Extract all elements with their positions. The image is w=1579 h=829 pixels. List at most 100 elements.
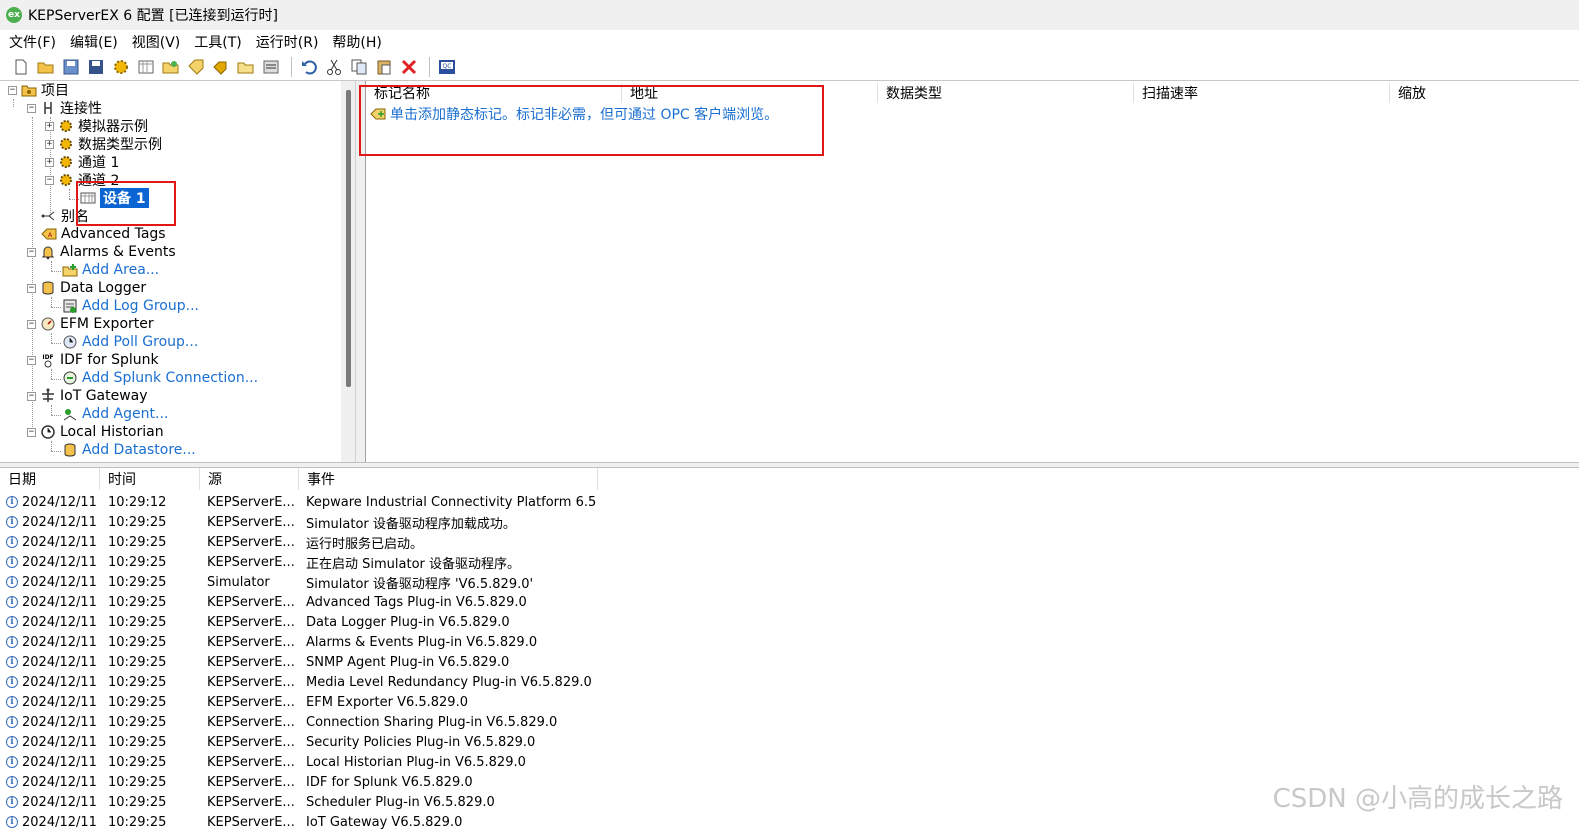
toolbar: QC (0, 53, 1579, 81)
tree-node-device1[interactable]: 设备 1 (80, 188, 149, 208)
project-folder-icon (21, 82, 37, 98)
quick-client-icon[interactable]: QC (436, 56, 458, 78)
collapse-icon[interactable]: − (45, 175, 54, 185)
copy-icon[interactable] (348, 56, 370, 78)
info-icon: i (6, 576, 18, 588)
menu-help[interactable]: 帮助(H) (325, 32, 388, 52)
menu-runtime[interactable]: 运行时(R) (249, 32, 326, 52)
delete-icon[interactable] (398, 56, 420, 78)
collapse-icon[interactable]: − (27, 319, 36, 329)
tree-node-sim-example[interactable]: + 模拟器示例 (45, 117, 148, 135)
tree-node-add-poll-group[interactable]: Add Poll Group... (62, 333, 198, 351)
log-row[interactable]: i 2024/12/11 10:29:25 KEPServerE... Data Log… (0, 612, 1579, 632)
menu-file[interactable]: 文件(F) (2, 32, 63, 52)
tree-node-channel1[interactable]: + 通道 1 (45, 153, 119, 171)
add-datastore-icon (62, 442, 78, 458)
properties-icon[interactable] (260, 56, 282, 78)
log-date-cell: i 2024/12/11 (6, 632, 100, 652)
log-source-cell: KEPServerE... (207, 754, 295, 770)
log-row[interactable]: i 2024/12/11 10:29:25 KEPServerE... 运行时服务已启动… (0, 532, 1579, 552)
network-icon (40, 388, 56, 404)
log-date-cell: i 2024/12/11 (6, 612, 100, 632)
log-event-cell: EFM Exporter V6.5.829.0 (306, 694, 468, 710)
collapse-icon[interactable]: − (8, 85, 17, 95)
tree-node-channel2[interactable]: − 通道 2 (45, 171, 119, 189)
log-column-date[interactable]: 日期 (0, 468, 100, 490)
collapse-icon[interactable]: − (27, 247, 36, 257)
expand-icon[interactable]: + (45, 139, 54, 149)
tree-node-add-splunk[interactable]: Add Splunk Connection... (62, 369, 258, 387)
info-icon: i (6, 496, 18, 508)
expand-icon[interactable]: + (45, 157, 54, 167)
tree-node-efm-exporter[interactable]: − EFM Exporter (27, 315, 154, 333)
log-row[interactable]: i 2024/12/11 10:29:25 KEPServerE... Media Le… (0, 672, 1579, 692)
log-row[interactable]: i 2024/12/11 10:29:25 KEPServerE... SNMP Age… (0, 652, 1579, 672)
tree-connector (51, 333, 52, 343)
log-row[interactable]: i 2024/12/11 10:29:12 KEPServerE... Kepware … (0, 492, 1579, 512)
collapse-icon[interactable]: − (27, 283, 36, 293)
log-column-source[interactable]: 源 (200, 468, 299, 490)
tree-node-data-logger[interactable]: − Data Logger (27, 279, 146, 297)
bulk-tag-icon[interactable] (210, 56, 232, 78)
new-tag-group-icon[interactable] (160, 56, 182, 78)
log-date-cell: i 2024/12/11 (6, 752, 100, 772)
tree-node-add-agent[interactable]: Add Agent... (62, 405, 168, 423)
new-device-icon[interactable] (135, 56, 157, 78)
database-icon (40, 280, 56, 296)
undo-icon[interactable] (298, 56, 320, 78)
log-row[interactable]: i 2024/12/11 10:29:25 Simulator Simulator 设备… (0, 572, 1579, 592)
paste-icon[interactable] (373, 56, 395, 78)
log-column-time[interactable]: 时间 (100, 468, 200, 490)
log-time-cell: 10:29:25 (108, 534, 167, 550)
expand-icon[interactable]: + (45, 121, 54, 131)
tree-node-aliases[interactable]: 别名 (41, 207, 89, 225)
tree-node-iot-gateway[interactable]: − IoT Gateway (27, 387, 148, 405)
column-data-type[interactable]: 数据类型 (878, 83, 1134, 103)
log-row[interactable]: i 2024/12/11 10:29:25 KEPServerE... 正在启动 Sim… (0, 552, 1579, 572)
log-row[interactable]: i 2024/12/11 10:29:25 KEPServerE... Local Hi… (0, 752, 1579, 772)
tree-node-local-historian[interactable]: − Local Historian (27, 423, 164, 441)
new-tag-icon[interactable] (185, 56, 207, 78)
collapse-icon[interactable]: − (27, 103, 36, 113)
tree-connector (51, 451, 61, 452)
collapse-icon[interactable]: − (27, 427, 36, 437)
log-event-cell: Simulator 设备驱动程序 'V6.5.829.0' (306, 576, 534, 592)
log-row[interactable]: i 2024/12/11 10:29:25 KEPServerE... EFM Expo… (0, 692, 1579, 712)
tree-node-advanced-tags[interactable]: A Advanced Tags (41, 225, 166, 243)
tree-node-idf-splunk[interactable]: − IDF IDF for Splunk (27, 351, 159, 369)
tree-node-alarms-events[interactable]: − Alarms & Events (27, 243, 176, 261)
new-tag-group-2-icon[interactable] (235, 56, 257, 78)
channel-gear-icon (58, 118, 74, 134)
tree-node-add-datastore[interactable]: Add Datastore... (62, 441, 196, 459)
tree-node-connectivity[interactable]: − 连接性 (27, 99, 102, 117)
log-row[interactable]: i 2024/12/11 10:29:25 KEPServerE... Security… (0, 732, 1579, 752)
window-title: KEPServerEX 6 配置 [已连接到运行时] (28, 8, 278, 24)
add-static-tag-link[interactable]: 单击添加静态标记。标记非必需，但可通过 OPC 客户端浏览。 (370, 104, 778, 124)
menu-view[interactable]: 视图(V) (125, 32, 188, 52)
column-scaling[interactable]: 缩放 (1390, 83, 1579, 103)
cut-icon[interactable] (323, 56, 345, 78)
save-icon[interactable] (60, 56, 82, 78)
log-row[interactable]: i 2024/12/11 10:29:25 KEPServerE... Connecti… (0, 712, 1579, 732)
column-address[interactable]: 地址 (622, 83, 878, 103)
log-column-event[interactable]: 事件 (299, 468, 598, 490)
tree-node-datatype-example[interactable]: + 数据类型示例 (45, 135, 162, 153)
column-tag-name[interactable]: 标记名称 (366, 83, 622, 103)
open-icon[interactable] (35, 56, 57, 78)
column-scan-rate[interactable]: 扫描速率 (1134, 83, 1390, 103)
collapse-icon[interactable]: − (27, 391, 36, 401)
menu-tools[interactable]: 工具(T) (187, 32, 248, 52)
log-row[interactable]: i 2024/12/11 10:29:25 KEPServerE... Alarms &… (0, 632, 1579, 652)
tree-node-project[interactable]: − 项目 (8, 81, 69, 99)
tree-node-add-log-group[interactable]: Add Log Group... (62, 297, 199, 315)
new-channel-icon[interactable] (110, 56, 132, 78)
tree-node-add-area[interactable]: Add Area... (62, 261, 159, 279)
save-as-icon[interactable] (85, 56, 107, 78)
vertical-splitter[interactable] (355, 81, 365, 462)
log-row[interactable]: i 2024/12/11 10:29:25 KEPServerE... Advanced… (0, 592, 1579, 612)
log-row[interactable]: i 2024/12/11 10:29:25 KEPServerE... Simulato… (0, 512, 1579, 532)
collapse-icon[interactable]: − (27, 355, 36, 365)
menu-edit[interactable]: 编辑(E) (63, 32, 125, 52)
tree-scrollbar-thumb[interactable] (346, 90, 351, 387)
new-icon[interactable] (10, 56, 32, 78)
